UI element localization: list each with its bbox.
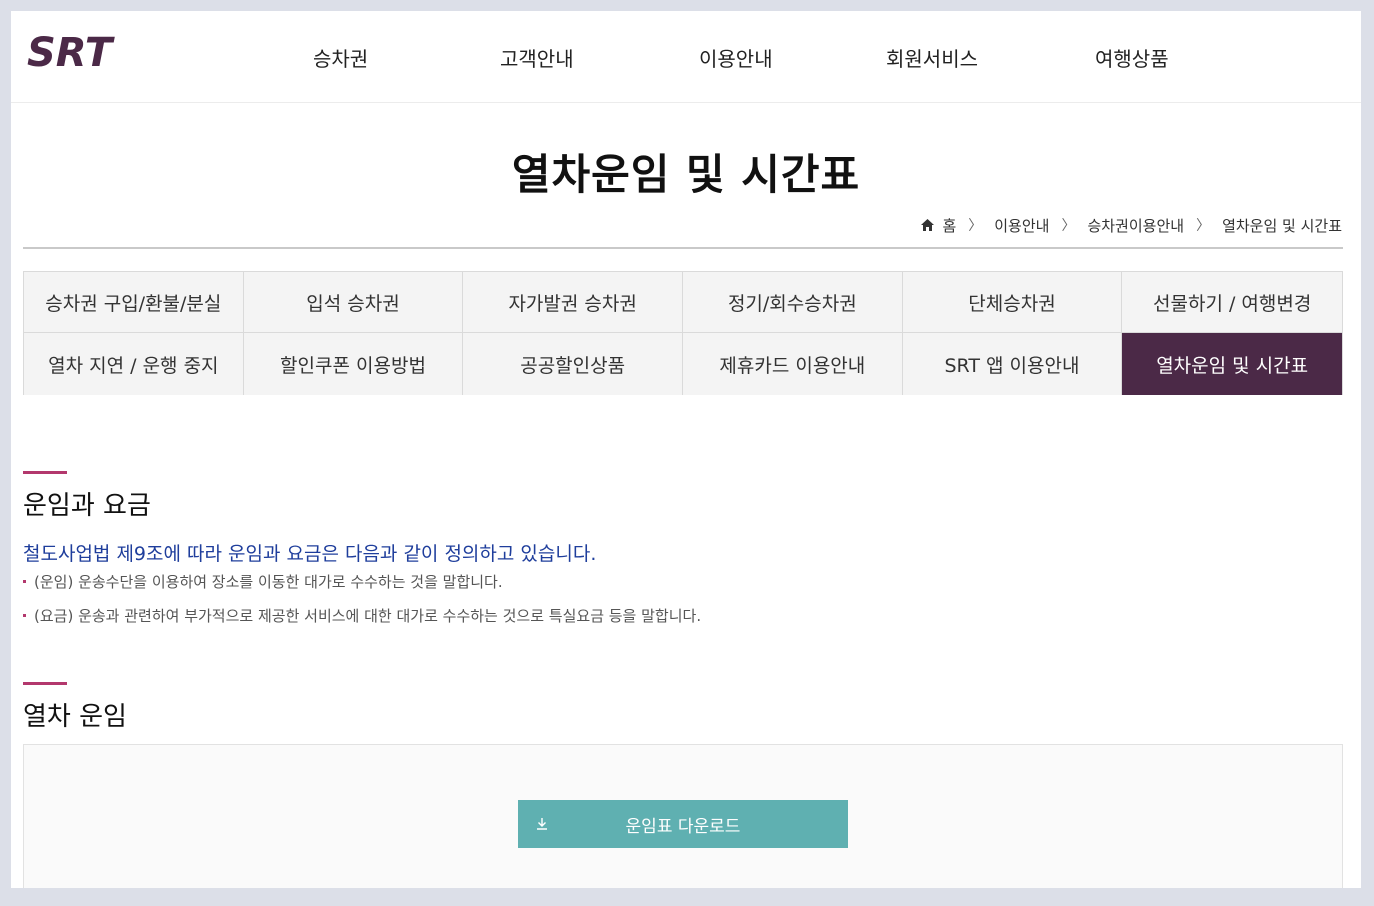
tab-fare-timetable[interactable]: 열차운임 및 시간표 [1122, 333, 1342, 395]
title-divider [23, 247, 1343, 249]
chevron-right-icon: 〉 [1061, 218, 1076, 234]
page-title: 열차운임 및 시간표 [511, 150, 861, 199]
download-icon [537, 818, 547, 830]
section-accent-bar [23, 471, 67, 474]
section-title-fare-charge: 운임과 요금 [23, 491, 151, 521]
gnb-member[interactable]: 회원서비스 [886, 43, 978, 72]
list-item: (운임) 운송수단을 이용하여 장소를 이동한 대가로 수수하는 것을 말합니다… [23, 571, 503, 592]
gnb-ticket[interactable]: 승차권 [313, 43, 368, 72]
breadcrumb-item-current: 열차운임 및 시간표 [1222, 216, 1342, 235]
breadcrumb-item-guide[interactable]: 이용안내 [994, 215, 1049, 236]
breadcrumb-item-ticket-guide[interactable]: 승차권이용안내 [1087, 215, 1184, 236]
tab-partner-card[interactable]: 제휴카드 이용안내 [683, 333, 903, 395]
header: SRT 승차권 고객안내 이용안내 회원서비스 여행상품 [11, 11, 1361, 103]
gnb-guide[interactable]: 이용안내 [699, 43, 773, 72]
srt-logo[interactable]: SRT [25, 33, 149, 73]
bullet-dot [23, 580, 26, 583]
bullet-text: (운임) 운송수단을 이용하여 장소를 이동한 대가로 수수하는 것을 말합니다… [34, 573, 503, 591]
fare-table-download-button[interactable]: 운임표 다운로드 [518, 800, 848, 848]
tab-self-ticket[interactable]: 자가발권 승차권 [463, 272, 683, 333]
page-frame: SRT 승차권 고객안내 이용안내 회원서비스 여행상품 열차운임 및 시간표 … [11, 11, 1361, 888]
svg-text:SRT: SRT [27, 33, 115, 73]
section-title-train-fare: 열차 운임 [23, 702, 127, 732]
tab-standing-ticket[interactable]: 입석 승차권 [243, 272, 464, 333]
sub-menu-tabs: 승차권 구입/환불/분실 입석 승차권 자가발권 승차권 정기/회수승차권 단체… [23, 271, 1343, 395]
breadcrumb-home[interactable]: 홈 [942, 215, 956, 236]
home-icon[interactable] [920, 218, 935, 232]
tab-purchase-refund-lost[interactable]: 승차권 구입/환불/분실 [24, 272, 244, 333]
chevron-right-icon: 〉 [1196, 218, 1211, 234]
section-lead-text: 철도사업법 제9조에 따라 운임과 요금은 다음과 같이 정의하고 있습니다. [23, 543, 597, 565]
bullet-dot [23, 614, 26, 617]
tab-gift-change[interactable]: 선물하기 / 여행변경 [1122, 272, 1342, 333]
tab-delay-suspension[interactable]: 열차 지연 / 운행 중지 [24, 333, 244, 395]
gnb-customer[interactable]: 고객안내 [500, 43, 574, 72]
tab-coupon-guide[interactable]: 할인쿠폰 이용방법 [243, 333, 464, 395]
list-item: (요금) 운송과 관련하여 부가적으로 제공한 서비스에 대한 대가로 수수하는… [23, 605, 701, 626]
tab-group-ticket[interactable]: 단체승차권 [902, 272, 1123, 333]
section-accent-bar [23, 682, 67, 685]
breadcrumb: 홈 〉 이용안내 〉 승차권이용안내 〉 열차운임 및 시간표 [920, 215, 1342, 235]
tab-season-ticket[interactable]: 정기/회수승차권 [683, 272, 903, 333]
bullet-text: (요금) 운송과 관련하여 부가적으로 제공한 서비스에 대한 대가로 수수하는… [34, 607, 702, 625]
gnb-travel[interactable]: 여행상품 [1095, 43, 1169, 72]
download-button-label: 운임표 다운로드 [625, 816, 741, 837]
tab-public-discount[interactable]: 공공할인상품 [463, 333, 683, 395]
chevron-right-icon: 〉 [968, 218, 983, 234]
tab-srt-app[interactable]: SRT 앱 이용안내 [902, 333, 1123, 395]
